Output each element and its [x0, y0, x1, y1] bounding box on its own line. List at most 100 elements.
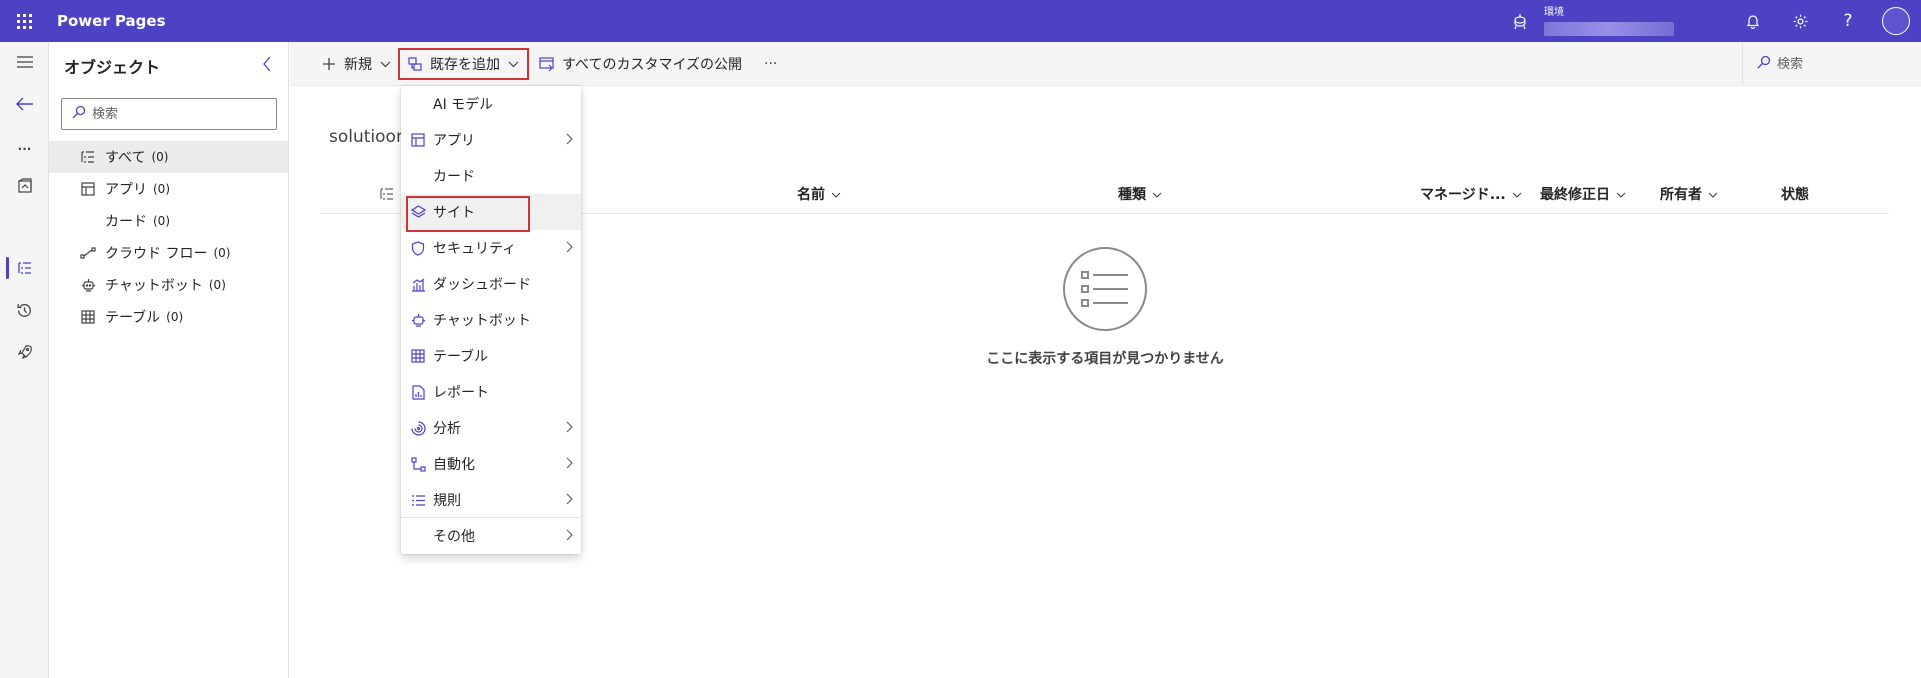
- menu-item-chatbot[interactable]: チャットボット: [401, 302, 581, 338]
- chevron-down-icon: [1152, 186, 1162, 202]
- menu-item-card[interactable]: カード: [401, 158, 581, 194]
- objects-search-input[interactable]: [92, 106, 262, 122]
- empty-message: ここに表示する項目が見つかりません: [986, 351, 1224, 367]
- column-header-modified[interactable]: 最終修正日: [1540, 174, 1626, 214]
- chevron-down-icon: [508, 56, 519, 72]
- chevron-down-icon: [380, 56, 391, 72]
- objects-title: オブジェクト: [64, 58, 161, 77]
- menu-item-other[interactable]: その他: [401, 518, 581, 554]
- chevron-down-icon: [1616, 186, 1626, 202]
- search-icon: [72, 105, 86, 123]
- object-item-chatbots[interactable]: チャットボット (0): [49, 269, 288, 301]
- add-existing-label: 既存を追加: [430, 57, 500, 73]
- history-icon[interactable]: [0, 292, 49, 328]
- solution-title: solutioon: [329, 127, 407, 147]
- object-item-tables[interactable]: テーブル (0): [49, 301, 288, 333]
- chevron-right-icon: [566, 133, 573, 149]
- publish-icon: [538, 55, 556, 73]
- chevron-down-icon: [831, 186, 841, 202]
- automation-icon: [409, 455, 427, 473]
- object-item-cloud-flows[interactable]: クラウド フロー (0): [49, 237, 288, 269]
- chevron-right-icon: [566, 529, 573, 545]
- object-item-label: すべて: [105, 150, 146, 166]
- top-bar: Power Pages 環境 ?: [0, 0, 1921, 42]
- gear-icon[interactable]: [1780, 0, 1820, 42]
- app-title[interactable]: Power Pages: [57, 12, 166, 30]
- table-icon: [79, 308, 97, 326]
- object-item-count: (0): [153, 182, 170, 196]
- back-arrow-icon[interactable]: [0, 86, 49, 122]
- chevron-right-icon: [566, 421, 573, 437]
- rules-icon: [409, 491, 427, 509]
- new-button-label: 新規: [344, 57, 372, 73]
- more-icon[interactable]: ...: [0, 128, 49, 164]
- list-icon: [79, 148, 97, 166]
- more-commands-icon[interactable]: ···: [764, 48, 777, 80]
- select-all-icon[interactable]: [380, 174, 394, 214]
- hamburger-icon[interactable]: [0, 44, 49, 80]
- command-bar: 新規 既存を追加 すべてのカスタマイズの公開 ···: [290, 42, 1921, 86]
- menu-item-rules[interactable]: 規則: [401, 482, 581, 518]
- object-item-cards[interactable]: カード (0): [49, 205, 288, 237]
- app-icon: [409, 131, 427, 149]
- bell-icon[interactable]: [1733, 0, 1773, 42]
- environment-icon: [1510, 11, 1530, 31]
- menu-item-security[interactable]: セキュリティ: [401, 230, 581, 266]
- chevron-right-icon: [566, 457, 573, 473]
- add-existing-menu: AI モデル アプリ カード サイト セキュリティ ダッシュボード チャットボッ…: [401, 86, 581, 554]
- object-item-label: クラウド フロー: [105, 246, 208, 262]
- menu-item-app[interactable]: アプリ: [401, 122, 581, 158]
- object-item-count: (0): [213, 246, 231, 260]
- collapse-panel-icon[interactable]: [255, 52, 279, 76]
- site-highlight-box: [406, 196, 530, 232]
- object-item-count: (0): [153, 214, 170, 228]
- menu-item-report[interactable]: レポート: [401, 374, 581, 410]
- bot-icon: [79, 276, 97, 294]
- command-search-input[interactable]: [1777, 56, 1907, 72]
- help-icon[interactable]: ?: [1828, 0, 1868, 42]
- objects-icon[interactable]: [0, 250, 49, 286]
- object-item-count: (0): [208, 278, 226, 292]
- menu-item-analytics[interactable]: 分析: [401, 410, 581, 446]
- waffle-icon[interactable]: [0, 0, 48, 42]
- object-item-apps[interactable]: アプリ (0): [49, 173, 288, 205]
- empty-list-icon: [1063, 247, 1147, 331]
- app-icon: [79, 180, 97, 198]
- dashboard-icon: [409, 275, 427, 293]
- menu-item-dashboard[interactable]: ダッシュボード: [401, 266, 581, 302]
- menu-item-table[interactable]: テーブル: [401, 338, 581, 374]
- menu-item-automation[interactable]: 自動化: [401, 446, 581, 482]
- pages-icon[interactable]: [0, 168, 49, 204]
- command-search-box[interactable]: [1742, 42, 1921, 86]
- object-item-label: カード: [105, 214, 147, 230]
- bot-icon: [409, 311, 427, 329]
- object-item-all[interactable]: すべて (0): [49, 141, 288, 173]
- shield-icon: [409, 239, 427, 257]
- object-item-label: チャットボット: [105, 278, 203, 294]
- object-item-label: アプリ: [105, 182, 147, 198]
- publish-all-button[interactable]: すべてのカスタマイズの公開: [538, 48, 742, 80]
- environment-selector[interactable]: 環境: [1510, 0, 1674, 42]
- environment-name-redacted: [1544, 21, 1674, 36]
- left-rail: ...: [0, 42, 49, 678]
- column-header-type[interactable]: 種類: [1118, 174, 1162, 214]
- menu-item-ai-model[interactable]: AI モデル: [401, 86, 581, 122]
- table-icon: [409, 347, 427, 365]
- object-item-count: (0): [151, 150, 169, 164]
- avatar[interactable]: [1876, 0, 1916, 42]
- chevron-down-icon: [1708, 186, 1718, 202]
- column-header-status[interactable]: 状態: [1781, 174, 1809, 214]
- plus-icon: [320, 55, 338, 73]
- column-header-owner[interactable]: 所有者: [1660, 174, 1718, 214]
- chevron-right-icon: [566, 493, 573, 509]
- object-item-label: テーブル: [105, 310, 161, 326]
- column-header-managed[interactable]: マネージド...: [1420, 174, 1522, 214]
- objects-search-box[interactable]: [61, 98, 277, 130]
- new-button[interactable]: 新規: [320, 48, 391, 80]
- search-icon: [1757, 55, 1771, 73]
- column-header-name[interactable]: 名前: [797, 174, 841, 214]
- rocket-icon[interactable]: [0, 334, 49, 370]
- chevron-down-icon: [1512, 186, 1522, 202]
- add-existing-button[interactable]: 既存を追加: [398, 48, 529, 80]
- object-item-count: (0): [166, 310, 184, 324]
